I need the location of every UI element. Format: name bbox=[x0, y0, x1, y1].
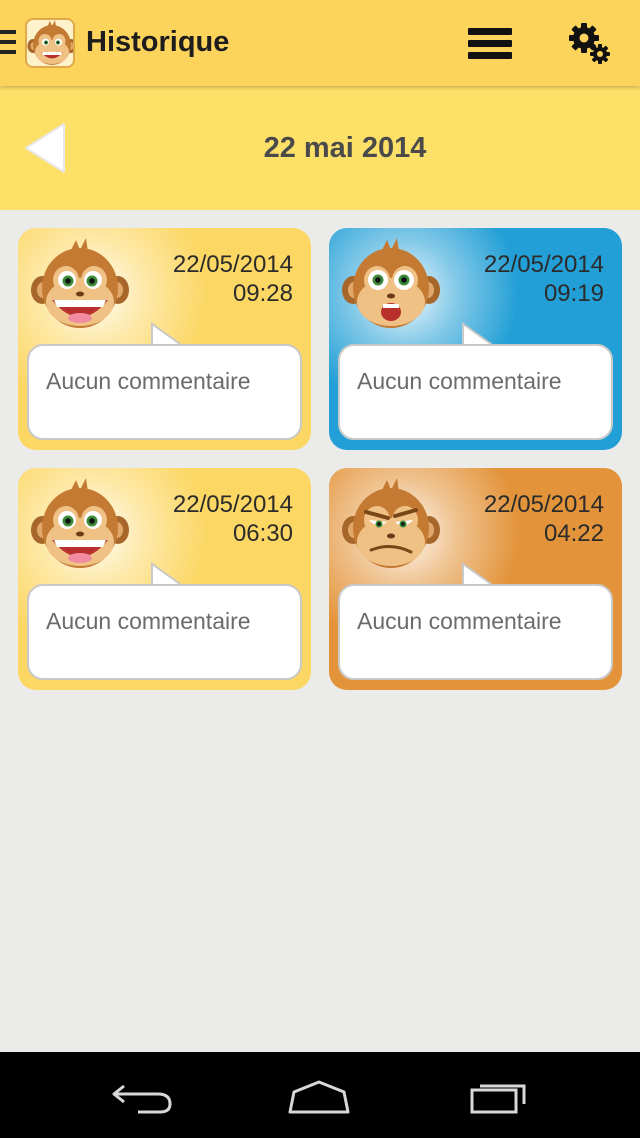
history-card[interactable]: 22/05/2014 04:22 Aucun commentaire bbox=[329, 468, 622, 690]
comment-bubble[interactable]: Aucun commentaire bbox=[338, 344, 613, 440]
grumpy-monkey-icon bbox=[341, 478, 441, 578]
entry-date: 22/05/2014 bbox=[483, 251, 604, 278]
menu-icon[interactable] bbox=[466, 22, 514, 64]
entry-datetime: 22/05/2014 06:30 bbox=[173, 490, 293, 548]
entry-date: 22/05/2014 bbox=[172, 251, 293, 278]
happy-monkey-icon bbox=[30, 478, 130, 578]
comment-bubble[interactable]: Aucun commentaire bbox=[27, 584, 302, 680]
history-card[interactable]: 22/05/2014 09:19 Aucun commentaire bbox=[329, 228, 622, 450]
gear-icon[interactable] bbox=[566, 20, 614, 68]
entry-date: 22/05/2014 bbox=[483, 491, 604, 518]
entry-time: 04:22 bbox=[543, 520, 604, 547]
nav-back-icon[interactable] bbox=[108, 1074, 178, 1118]
comment-bubble[interactable]: Aucun commentaire bbox=[27, 344, 302, 440]
drawer-indicator-icon[interactable] bbox=[0, 30, 16, 58]
entry-time: 09:28 bbox=[232, 280, 293, 307]
entry-datetime: 22/05/2014 04:22 bbox=[484, 490, 604, 548]
nav-home-icon[interactable] bbox=[284, 1074, 354, 1118]
action-bar: Historique bbox=[0, 0, 640, 86]
date-title: 22 mai 2014 bbox=[263, 132, 427, 164]
entry-comment: Aucun commentaire bbox=[46, 608, 251, 634]
entry-comment: Aucun commentaire bbox=[357, 608, 562, 634]
entry-datetime: 22/05/2014 09:19 bbox=[484, 250, 604, 308]
date-header: 22 mai 2014 bbox=[0, 86, 640, 210]
entry-comment: Aucun commentaire bbox=[46, 368, 251, 394]
comment-bubble[interactable]: Aucun commentaire bbox=[338, 584, 613, 680]
entry-comment: Aucun commentaire bbox=[357, 368, 562, 394]
happy-monkey-icon bbox=[30, 238, 130, 338]
history-card[interactable]: 22/05/2014 06:30 Aucun commentaire bbox=[18, 468, 311, 690]
entry-datetime: 22/05/2014 09:28 bbox=[173, 250, 293, 308]
app-title: Historique bbox=[86, 26, 230, 58]
entry-date: 22/05/2014 bbox=[172, 491, 293, 518]
history-card[interactable]: 22/05/2014 09:28 Aucun commentaire bbox=[18, 228, 311, 450]
entry-time: 06:30 bbox=[232, 520, 293, 547]
monkey-app-icon[interactable] bbox=[25, 18, 75, 68]
entry-time: 09:19 bbox=[543, 280, 604, 307]
nav-recents-icon[interactable] bbox=[462, 1074, 532, 1118]
system-nav-bar bbox=[0, 1052, 640, 1138]
surprised-monkey-icon bbox=[341, 238, 441, 338]
back-arrow-icon[interactable] bbox=[20, 120, 70, 176]
